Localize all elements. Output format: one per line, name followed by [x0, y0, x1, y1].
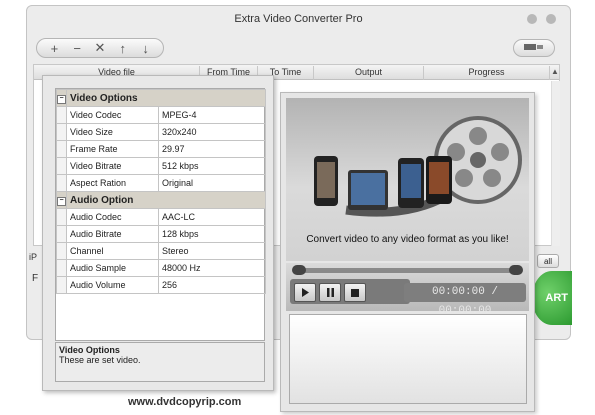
option-value[interactable]: 29.97 — [158, 140, 266, 158]
option-name: Aspect Ration — [66, 174, 159, 192]
option-name: Video Size — [66, 123, 159, 141]
file-list-scrollbar[interactable] — [551, 81, 560, 246]
promo-text: Convert video to any video format as you… — [306, 234, 509, 245]
file-toolbar: + − ✕ ↑ ↓ — [36, 38, 164, 58]
folder-label-partial: F — [32, 273, 39, 284]
scroll-up-icon[interactable]: ▲ — [551, 67, 559, 76]
row-gutter — [56, 174, 67, 192]
pause-icon — [326, 288, 334, 297]
option-row[interactable]: Audio Bitrate 128 kbps — [56, 225, 266, 243]
options-table: − Video Options Video Codec MPEG-4 Video Siz… — [56, 89, 266, 294]
option-row[interactable]: Audio Codec AAC-LC — [56, 208, 266, 226]
stop-icon — [351, 288, 359, 297]
app-title: Extra Video Converter Pro — [234, 13, 363, 25]
option-value[interactable]: Original — [158, 174, 266, 192]
preview-area — [289, 314, 527, 404]
phone-icon — [314, 156, 338, 206]
promo-banner: Convert video to any video format as you… — [286, 98, 529, 261]
play-button[interactable] — [294, 283, 316, 302]
option-row[interactable]: Video Size 320x240 — [56, 123, 266, 141]
remove-file-button[interactable]: − — [68, 40, 86, 56]
minus-icon: − — [57, 197, 66, 206]
website-url[interactable]: www.dvdcopyrip.com — [128, 396, 241, 408]
move-up-button[interactable]: ↑ — [114, 40, 132, 56]
option-row[interactable]: Audio Volume 256 — [56, 276, 266, 294]
player-controls: 00:00:00 / 00:00:00 — [286, 263, 529, 317]
option-value[interactable]: MPEG-4 — [158, 106, 266, 124]
tablet-icon — [348, 170, 388, 210]
music-player-icon — [426, 156, 452, 204]
option-name: Video Bitrate — [66, 157, 159, 175]
option-name: Audio Volume — [66, 276, 159, 294]
row-gutter — [56, 208, 67, 226]
option-value[interactable]: 512 kbps — [158, 157, 266, 175]
option-value[interactable]: AAC-LC — [158, 208, 266, 226]
row-gutter — [56, 276, 67, 294]
row-gutter — [56, 140, 67, 158]
option-name: Audio Bitrate — [66, 225, 159, 243]
option-value[interactable]: 48000 Hz — [158, 259, 266, 277]
row-gutter — [56, 259, 67, 277]
minimize-button[interactable] — [527, 14, 537, 24]
option-value[interactable]: 320x240 — [158, 123, 266, 141]
option-name: Audio Sample — [66, 259, 159, 277]
row-gutter — [56, 157, 67, 175]
section-title: Audio Option — [66, 191, 266, 209]
devices-illustration — [314, 116, 522, 217]
option-description: Video Options These are set video. — [55, 342, 265, 382]
output-icon — [523, 42, 545, 55]
option-row[interactable]: Audio Sample 48000 Hz — [56, 259, 266, 277]
seek-bar[interactable] — [294, 268, 521, 273]
options-grid: − Video Options Video Codec MPEG-4 Video Siz… — [55, 88, 266, 341]
option-value[interactable]: 256 — [158, 276, 266, 294]
option-name: Channel — [66, 242, 159, 260]
row-gutter — [56, 242, 67, 260]
seek-end-handle[interactable] — [509, 265, 523, 275]
option-value[interactable]: Stereo — [158, 242, 266, 260]
option-row[interactable]: Channel Stereo — [56, 242, 266, 260]
row-gutter — [56, 123, 67, 141]
start-button[interactable]: ART — [532, 271, 572, 325]
column-progress[interactable]: Progress — [424, 66, 550, 80]
option-name: Frame Rate — [66, 140, 159, 158]
media-player-icon — [398, 158, 424, 208]
description-text: These are set video. — [59, 355, 141, 365]
row-gutter — [56, 106, 67, 124]
column-output[interactable]: Output — [314, 66, 424, 80]
option-row[interactable]: Aspect Ration Original — [56, 174, 266, 192]
move-down-button[interactable]: ↓ — [137, 40, 155, 56]
clear-list-button[interactable]: ✕ — [91, 40, 109, 56]
collapse-icon[interactable]: − — [56, 191, 67, 209]
option-row[interactable]: Video Bitrate 512 kbps — [56, 157, 266, 175]
options-panel: − Video Options Video Codec MPEG-4 Video Siz… — [42, 75, 274, 391]
row-gutter — [56, 225, 67, 243]
option-name: Video Codec — [66, 106, 159, 124]
option-row[interactable]: Frame Rate 29.97 — [56, 140, 266, 158]
section-title: Video Options — [66, 89, 266, 107]
pause-button[interactable] — [319, 283, 341, 302]
option-value[interactable]: 128 kbps — [158, 225, 266, 243]
seek-start-handle[interactable] — [292, 265, 306, 275]
close-button[interactable] — [546, 14, 556, 24]
output-settings-button[interactable] — [513, 39, 555, 57]
option-name: Audio Codec — [66, 208, 159, 226]
player-panel: Convert video to any video format as you… — [280, 92, 535, 412]
video-options-section[interactable]: − Video Options — [56, 89, 266, 107]
collapse-icon[interactable]: − — [56, 89, 67, 107]
add-file-button[interactable]: + — [45, 40, 63, 56]
minus-icon: − — [57, 95, 66, 104]
play-icon — [301, 288, 309, 297]
time-readout: 00:00:00 / 00:00:00 — [404, 283, 526, 317]
audio-options-section[interactable]: − Audio Option — [56, 191, 266, 209]
description-title: Video Options — [59, 345, 120, 355]
option-row[interactable]: Video Codec MPEG-4 — [56, 106, 266, 124]
stop-button[interactable] — [344, 283, 366, 302]
apply-all-button[interactable]: all — [537, 254, 559, 268]
